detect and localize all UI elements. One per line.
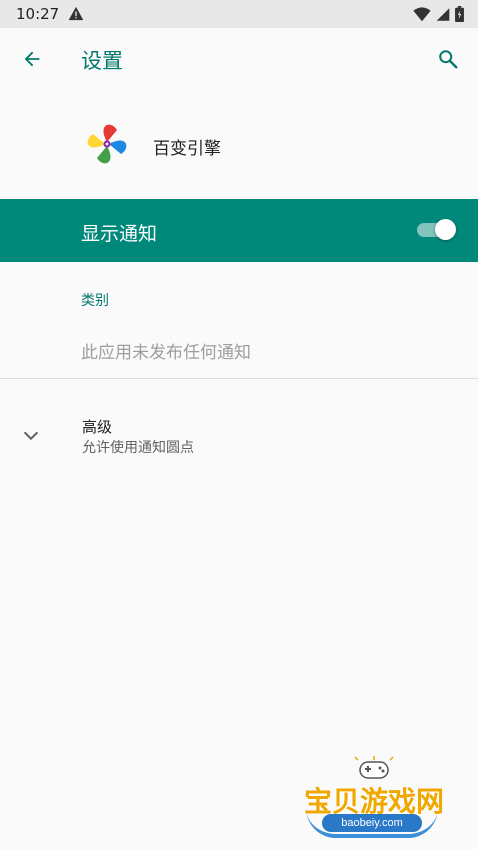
- watermark-logo: 宝贝游戏网 baobeiy.com: [300, 752, 450, 842]
- show-notifications-label: 显示通知: [81, 223, 158, 245]
- arrow-left-icon: [24, 51, 40, 67]
- back-button[interactable]: [14, 41, 50, 77]
- no-notifications-text: 此应用未发布任何通知: [81, 343, 251, 363]
- signal-icon: [436, 7, 450, 21]
- gamepad-icon: [354, 756, 394, 779]
- app-name: 百变引擎: [153, 139, 221, 159]
- status-time: 10:27: [16, 5, 60, 23]
- search-button[interactable]: [430, 41, 466, 77]
- divider: [0, 378, 478, 379]
- switch-thumb[interactable]: [435, 219, 456, 240]
- app-logo-icon: [87, 124, 127, 164]
- advanced-row[interactable]: 高级 允许使用通知圆点: [0, 398, 478, 474]
- app-header: 百变引擎: [0, 110, 478, 180]
- search-icon: [439, 50, 458, 69]
- watermark-url: baobeiy.com: [322, 814, 422, 832]
- advanced-title: 高级: [82, 418, 113, 436]
- status-bar: 10:27: [0, 0, 478, 28]
- toolbar: 设置: [0, 28, 478, 90]
- wifi-icon: [413, 6, 431, 21]
- advanced-summary: 允许使用通知圆点: [82, 440, 194, 456]
- show-notifications-switch-bar[interactable]: 显示通知: [0, 199, 478, 262]
- status-icons: [413, 5, 464, 23]
- warning-icon: [68, 6, 84, 21]
- category-header: 类别: [81, 293, 109, 309]
- battery-icon: [455, 6, 464, 22]
- page-title: 设置: [81, 49, 123, 73]
- chevron-down-icon: [23, 431, 39, 441]
